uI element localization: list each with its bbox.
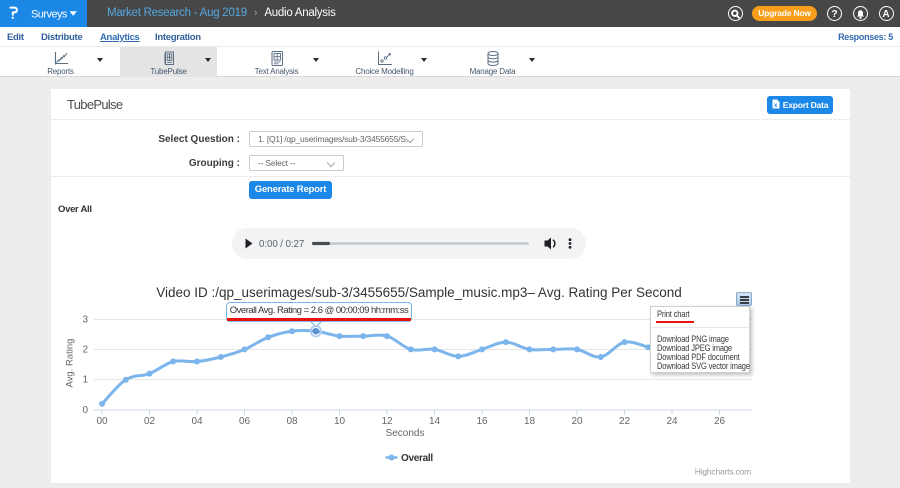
svg-text:26: 26 (714, 416, 726, 427)
svg-text:0: 0 (82, 405, 88, 416)
svg-text:Seconds: Seconds (386, 428, 425, 439)
svg-text:06: 06 (239, 416, 251, 427)
svg-text:24: 24 (666, 416, 678, 427)
svg-text:1: 1 (82, 375, 88, 386)
svg-text:04: 04 (191, 416, 203, 427)
svg-text:10: 10 (334, 416, 346, 427)
svg-text:22: 22 (619, 416, 631, 427)
svg-text:16: 16 (476, 416, 488, 427)
svg-text:18: 18 (524, 416, 536, 427)
svg-text:00: 00 (96, 416, 108, 427)
svg-text:02: 02 (144, 416, 156, 427)
svg-text:Avg. Rating: Avg. Rating (65, 339, 76, 388)
svg-text:12: 12 (381, 416, 393, 427)
svg-text:2: 2 (82, 345, 88, 356)
svg-text:Overall: Overall (401, 453, 433, 464)
svg-text:3: 3 (82, 315, 88, 326)
svg-text:Video ID :/qp_userimages/sub-3: Video ID :/qp_userimages/sub-3/3455655/S… (156, 285, 682, 300)
svg-text:08: 08 (286, 416, 298, 427)
svg-text:20: 20 (571, 416, 583, 427)
svg-text:Highcharts.com: Highcharts.com (695, 467, 751, 477)
svg-text:14: 14 (429, 416, 441, 427)
